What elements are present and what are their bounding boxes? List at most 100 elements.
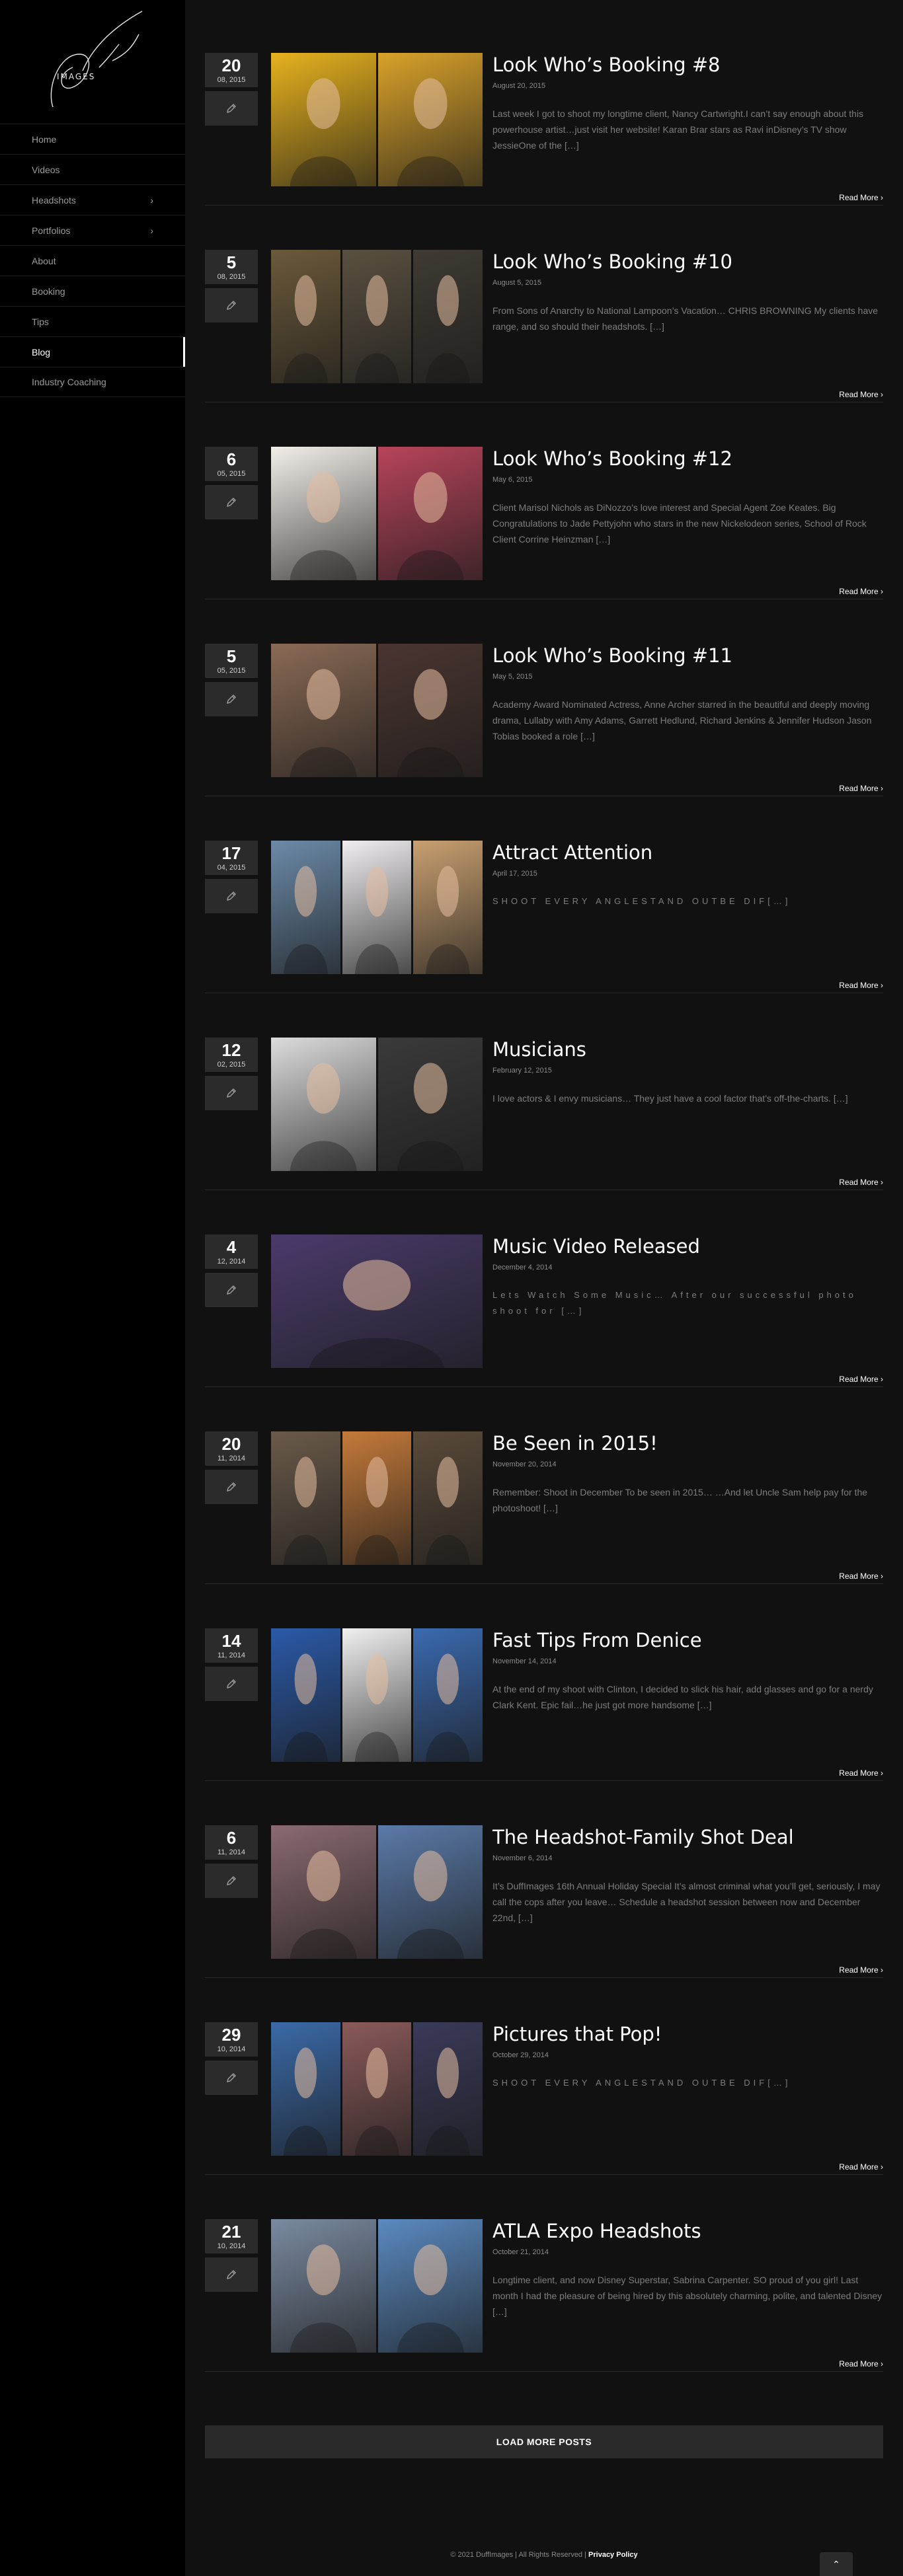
post-title-link[interactable]: Be Seen in 2015! [492, 1431, 883, 1455]
post-date: November 14, 2014 [492, 1657, 557, 1665]
read-more-link[interactable]: Read More › [839, 193, 883, 202]
nav-item-portfolios[interactable]: Portfolios › [0, 215, 185, 245]
post-thumbnail[interactable] [271, 250, 483, 383]
nav-item-headshots[interactable]: Headshots › [0, 184, 185, 215]
post-format-badge[interactable] [205, 1667, 258, 1701]
read-more-link[interactable]: Read More › [839, 587, 883, 596]
post-date: August 20, 2015 [492, 82, 546, 90]
nav-item-label: Industry Coaching [32, 377, 106, 387]
post-thumbnail[interactable] [271, 1825, 483, 1959]
post-date: October 21, 2014 [492, 2248, 549, 2256]
post-month-year: 10, 2014 [217, 2242, 246, 2250]
post-excerpt: From Sons of Anarchy to National Lampoon… [492, 305, 879, 332]
post-format-badge[interactable] [205, 1864, 258, 1898]
read-more-link[interactable]: Read More › [839, 1965, 883, 1975]
chevron-right-icon: › [881, 587, 883, 596]
load-more-button[interactable]: LOAD MORE POSTS [205, 2425, 883, 2458]
nav-item-about[interactable]: About [0, 245, 185, 276]
chevron-right-icon[interactable]: › [150, 195, 153, 206]
post-title-link[interactable]: Music Video Released [492, 1234, 883, 1258]
thumbnail-photo [271, 1431, 340, 1565]
post-day: 17 [221, 843, 241, 863]
read-more-link[interactable]: Read More › [839, 981, 883, 990]
post-title-link[interactable]: Look Who’s Booking #11 [492, 644, 883, 667]
post-format-badge[interactable] [205, 1470, 258, 1504]
thumbnail-photo [375, 447, 483, 580]
post-format-badge[interactable] [205, 879, 258, 913]
site-logo[interactable] [33, 8, 152, 114]
post-day: 4 [226, 1237, 237, 1257]
post-format-badge[interactable] [205, 2061, 258, 2095]
post-title-link[interactable]: Look Who’s Booking #8 [492, 53, 883, 77]
thumbnail-photo [340, 1628, 412, 1762]
pencil-icon [226, 2269, 237, 2280]
post-divider [205, 1583, 883, 1584]
chevron-right-icon: › [881, 1375, 883, 1384]
nav-item-industry-coaching[interactable]: Industry Coaching [0, 367, 185, 397]
back-to-top-button[interactable]: ⌃ [820, 2552, 853, 2576]
post-excerpt: I love actors & I envy musicians… They j… [492, 1093, 848, 1104]
nav-item-booking[interactable]: Booking [0, 276, 185, 306]
nav-item-home[interactable]: Home [0, 124, 185, 154]
post-date-badge: 4 12, 2014 [205, 1234, 258, 1269]
post-thumbnail[interactable] [271, 1628, 483, 1762]
post-title-link[interactable]: ATLA Expo Headshots [492, 2219, 883, 2243]
post-format-badge[interactable] [205, 682, 258, 716]
post-thumbnail[interactable] [271, 1038, 483, 1171]
post-date: November 6, 2014 [492, 1854, 553, 1862]
read-more-link[interactable]: Read More › [839, 1572, 883, 1581]
post-thumbnail[interactable] [271, 1431, 483, 1565]
privacy-policy-link[interactable]: Privacy Policy [588, 2551, 638, 2559]
post-format-badge[interactable] [205, 1076, 258, 1110]
post-excerpt: Client Marisol Nichols as DiNozzo’s love… [492, 502, 867, 545]
post-title-link[interactable]: Attract Attention [492, 841, 883, 864]
read-more-link[interactable]: Read More › [839, 1768, 883, 1778]
post-thumbnail[interactable] [271, 644, 483, 777]
post-thumbnail[interactable] [271, 2022, 483, 2156]
post-title-link[interactable]: The Headshot-Family Shot Deal [492, 1825, 883, 1849]
post-excerpt: Remember: Shoot in December To be seen i… [492, 1487, 868, 1513]
nav-item-label: Tips [32, 316, 49, 327]
thumbnail-photo [411, 841, 483, 974]
read-more-link[interactable]: Read More › [839, 784, 883, 793]
nav-item-tips[interactable]: Tips [0, 306, 185, 336]
post-format-badge[interactable] [205, 288, 258, 322]
read-more-label: Read More [839, 1178, 879, 1187]
thumbnail-photo [271, 1825, 376, 1959]
read-more-link[interactable]: Read More › [839, 1375, 883, 1384]
read-more-link[interactable]: Read More › [839, 1178, 883, 1187]
read-more-link[interactable]: Read More › [839, 2162, 883, 2172]
post-format-badge[interactable] [205, 91, 258, 126]
post-title-link[interactable]: Look Who’s Booking #10 [492, 250, 883, 274]
post-thumbnail[interactable] [271, 53, 483, 186]
nav-item-videos[interactable]: Videos [0, 154, 185, 184]
post-thumbnail[interactable] [271, 1234, 483, 1368]
nav-item-blog[interactable]: Blog [0, 336, 185, 367]
chevron-right-icon: › [881, 1965, 883, 1975]
read-more-label: Read More [839, 981, 879, 990]
post-title-link[interactable]: Look Who’s Booking #12 [492, 447, 883, 471]
read-more-label: Read More [839, 1572, 879, 1581]
post-date-badge: 29 10, 2014 [205, 2022, 258, 2057]
chevron-right-icon[interactable]: › [150, 225, 153, 236]
post-thumbnail[interactable] [271, 841, 483, 974]
thumbnail-photo [375, 644, 483, 777]
post-title-link[interactable]: Pictures that Pop! [492, 2022, 883, 2046]
post-title-link[interactable]: Fast Tips From Denice [492, 1628, 883, 1652]
chevron-right-icon: › [881, 1178, 883, 1187]
pencil-icon [226, 694, 237, 704]
post-thumbnail[interactable] [271, 447, 483, 580]
read-more-link[interactable]: Read More › [839, 390, 883, 399]
post-thumbnail[interactable] [271, 2219, 483, 2353]
post-date-badge: 17 04, 2015 [205, 841, 258, 875]
post-title-link[interactable]: Musicians [492, 1038, 883, 1061]
post-month-year: 10, 2014 [217, 2045, 246, 2053]
post-format-badge[interactable] [205, 485, 258, 519]
post-month-year: 05, 2015 [217, 470, 246, 478]
nav-item-label: Home [32, 133, 57, 145]
thumbnail-photo [271, 2022, 340, 2156]
read-more-link[interactable]: Read More › [839, 2359, 883, 2368]
post-format-badge[interactable] [205, 1273, 258, 1307]
post-format-badge[interactable] [205, 2257, 258, 2292]
post-excerpt: It’s DuffImages 16th Annual Holiday Spec… [492, 1881, 881, 1923]
